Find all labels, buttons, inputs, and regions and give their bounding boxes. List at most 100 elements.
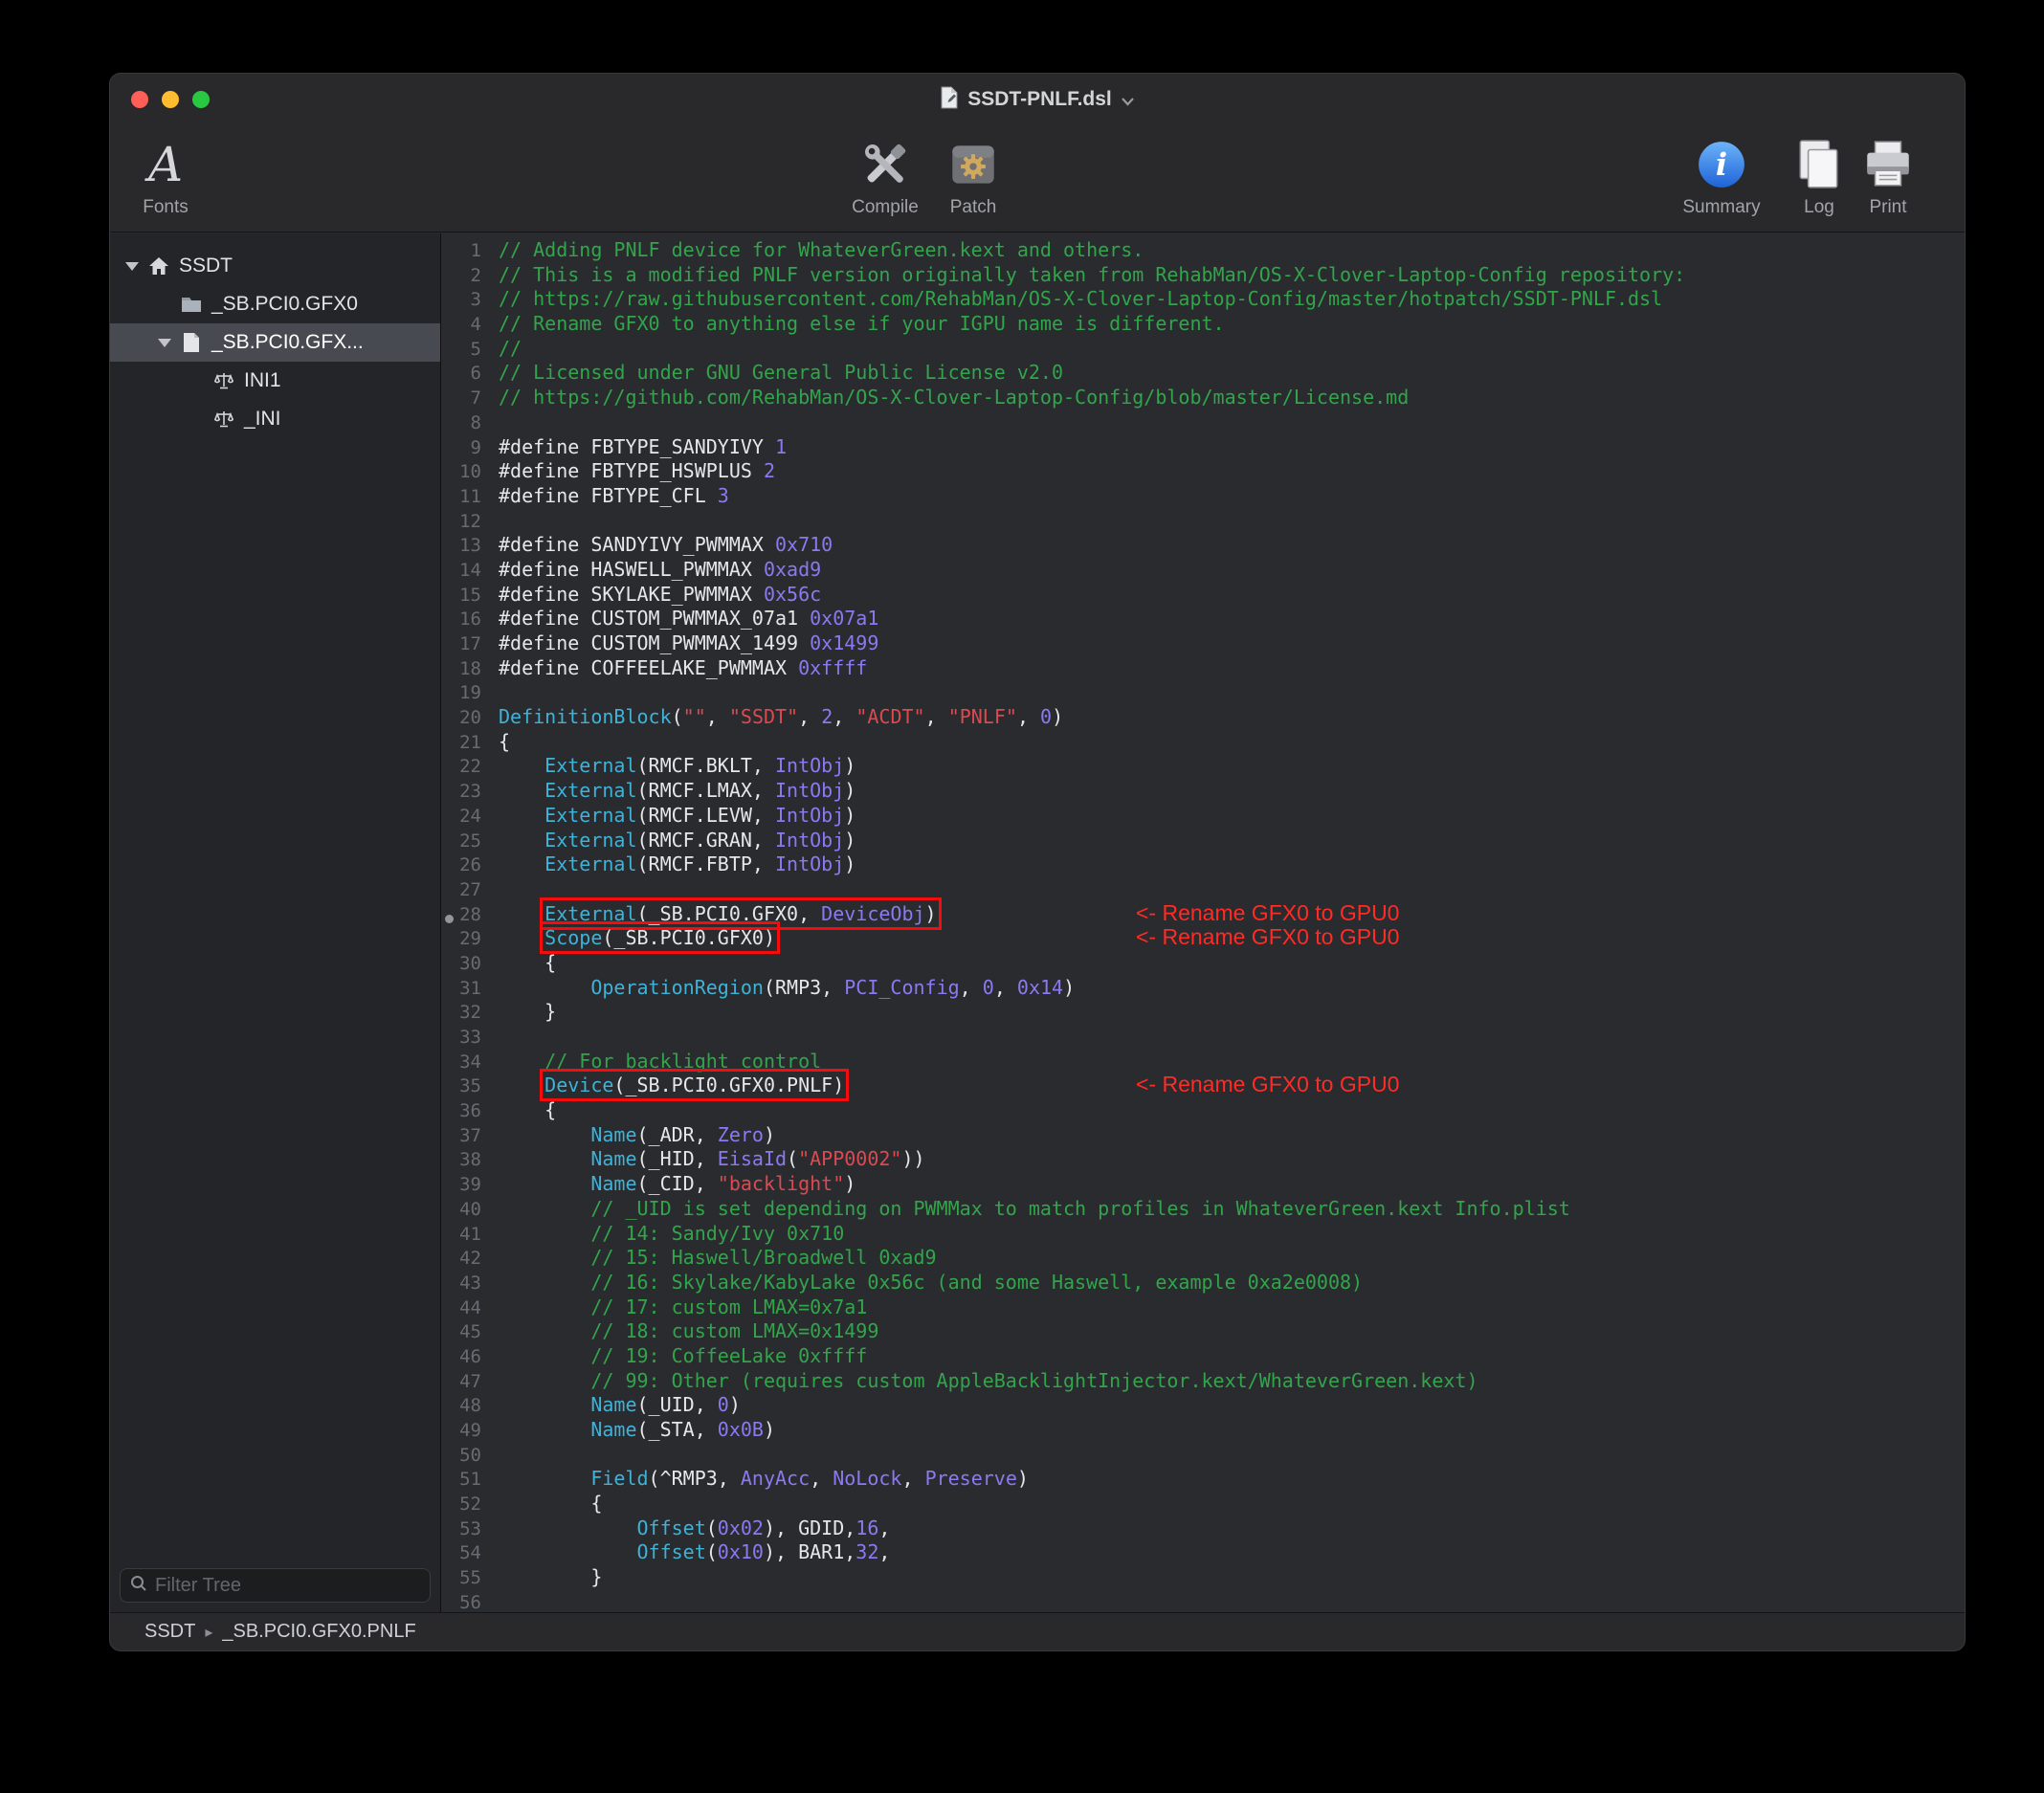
line-number: 22 [441, 755, 491, 780]
code-line: 14#define HASWELL_PWMMAX 0xad9 [441, 558, 1965, 583]
line-number: 49 [441, 1419, 491, 1444]
code-line: 49 Name(_STA, 0x0B) [441, 1418, 1965, 1443]
compile-button[interactable]: Compile [845, 133, 925, 218]
home-icon [146, 256, 171, 276]
minimize-button[interactable] [162, 91, 179, 108]
line-number: 33 [441, 1026, 491, 1051]
code-line: 32 } [441, 1000, 1965, 1025]
code-line: 38 Name(_HID, EisaId("APP0002")) [441, 1147, 1965, 1172]
chevron-down-icon[interactable] [1121, 97, 1135, 106]
folder-icon [179, 296, 204, 313]
code-line: 43 // 16: Skylake/KabyLake 0x56c (and so… [441, 1271, 1965, 1295]
rename-annotation: <- Rename GFX0 to GPU0 [1136, 1073, 1399, 1097]
line-number: 34 [441, 1051, 491, 1075]
code-line: 11#define FBTYPE_CFL 3 [441, 484, 1965, 509]
sidebar-item-label: _SB.PCI0.GFX0 [211, 293, 358, 316]
code-line: 24 External(RMCF.LEVW, IntObj) [441, 804, 1965, 829]
line-number: 10 [441, 460, 491, 485]
line-number: 50 [441, 1444, 491, 1469]
code-line: 22 External(RMCF.BKLT, IntObj) [441, 754, 1965, 779]
code-line: 41 // 14: Sandy/Ivy 0x710 [441, 1222, 1965, 1247]
zoom-button[interactable] [192, 91, 210, 108]
code-line: 12 [441, 509, 1965, 534]
log-pages-icon [1791, 133, 1847, 196]
summary-button[interactable]: i Summary [1681, 133, 1762, 218]
code-line: 54 Offset(0x10), BAR1,32, [441, 1540, 1965, 1565]
printer-icon [1860, 133, 1916, 196]
document-icon [179, 332, 204, 353]
line-number: 18 [441, 657, 491, 682]
code-line: 19 [441, 680, 1965, 705]
code-line: 20DefinitionBlock("", "SSDT", 2, "ACDT",… [441, 705, 1965, 730]
app-window: SSDT-PNLF.dsl A Fonts Compile [109, 73, 1966, 1651]
svg-text:i: i [1716, 145, 1727, 182]
fonts-icon: A [148, 133, 183, 196]
line-number: 55 [441, 1566, 491, 1591]
disclosure-triangle-icon[interactable] [150, 339, 179, 347]
breadcrumb-root[interactable]: SSDT [144, 1621, 195, 1643]
sidebar-item-sb-pci0-gfx[interactable]: _SB.PCI0.GFX... [110, 323, 440, 362]
code-line: 16#define CUSTOM_PWMMAX_07a1 0x07a1 [441, 607, 1965, 631]
sidebar-item-label: _SB.PCI0.GFX... [211, 331, 364, 354]
patch-button[interactable]: Patch [933, 133, 1013, 218]
patch-box-gear-icon [945, 133, 1001, 196]
code-line: 34 // For backlight control [441, 1050, 1965, 1074]
close-button[interactable] [131, 91, 148, 108]
line-number: 12 [441, 510, 491, 535]
code-line: 28 External(_SB.PCI0.GFX0, DeviceObj)<- … [441, 902, 1965, 927]
code-line: 46 // 19: CoffeeLake 0xffff [441, 1344, 1965, 1369]
code-editor[interactable]: 1// Adding PNLF device for WhateverGreen… [441, 233, 1965, 1612]
fonts-button[interactable]: A Fonts [125, 133, 206, 218]
line-number: 54 [441, 1541, 491, 1566]
content-area: SSDT _SB.PCI0.GFX0 _SB.PCI0.GFX... INI1 _INI… [110, 233, 1965, 1612]
code-line: 4// Rename GFX0 to anything else if your… [441, 312, 1965, 337]
filter-field[interactable] [120, 1568, 431, 1603]
window-title-group: SSDT-PNLF.dsl [940, 86, 1135, 114]
line-number: 27 [441, 878, 491, 903]
line-number: 42 [441, 1247, 491, 1272]
print-label: Print [1869, 197, 1906, 218]
sidebar-item-ini[interactable]: _INI [110, 400, 440, 438]
line-number: 47 [441, 1370, 491, 1395]
line-number: 9 [441, 436, 491, 461]
code-line: 55 } [441, 1565, 1965, 1590]
code-lines: 1// Adding PNLF device for WhateverGreen… [441, 233, 1965, 1612]
window-title: SSDT-PNLF.dsl [967, 88, 1112, 111]
line-number: 16 [441, 608, 491, 632]
code-line: 52 { [441, 1492, 1965, 1516]
print-button[interactable]: Print [1848, 133, 1928, 218]
breadcrumb-separator-icon: ▸ [205, 1623, 212, 1642]
sidebar-item-ssdt[interactable]: SSDT [110, 247, 440, 285]
sidebar-item-label: INI1 [244, 369, 281, 392]
line-number: 15 [441, 584, 491, 609]
code-line: 21{ [441, 730, 1965, 755]
code-line: 10#define FBTYPE_HSWPLUS 2 [441, 459, 1965, 484]
code-line: 26 External(RMCF.FBTP, IntObj) [441, 852, 1965, 877]
line-number: 46 [441, 1345, 491, 1370]
red-highlight-box: Scope(_SB.PCI0.GFX0) [544, 926, 775, 949]
code-line: 47 // 99: Other (requires custom AppleBa… [441, 1369, 1965, 1394]
sidebar-item-sb-pci0-gfx0[interactable]: _SB.PCI0.GFX0 [110, 285, 440, 323]
filter-tree-input[interactable] [155, 1575, 420, 1597]
line-number: 48 [441, 1394, 491, 1419]
rename-annotation: <- Rename GFX0 to GPU0 [1136, 901, 1399, 926]
red-highlight-box: External(_SB.PCI0.GFX0, DeviceObj) [544, 902, 936, 925]
compile-tools-icon [857, 133, 913, 196]
line-number: 4 [441, 313, 491, 338]
disclosure-triangle-icon[interactable] [118, 262, 146, 271]
line-number: 5 [441, 338, 491, 363]
line-number: 44 [441, 1296, 491, 1321]
code-line: 56 [441, 1590, 1965, 1612]
code-line: 3// https://raw.githubusercontent.com/Re… [441, 287, 1965, 312]
code-line: 7// https://github.com/RehabMan/OS-X-Clo… [441, 386, 1965, 410]
sidebar-item-label: SSDT [179, 255, 233, 277]
code-line: 23 External(RMCF.LMAX, IntObj) [441, 779, 1965, 804]
code-line: 44 // 17: custom LMAX=0x7a1 [441, 1295, 1965, 1320]
code-line: 35 Device(_SB.PCI0.GFX0.PNLF)<- Rename G… [441, 1074, 1965, 1098]
breadcrumb-path[interactable]: _SB.PCI0.GFX0.PNLF [222, 1621, 415, 1643]
line-number: 31 [441, 977, 491, 1002]
code-line: 18#define COFFEELAKE_PWMMAX 0xffff [441, 656, 1965, 681]
sidebar-item-ini1[interactable]: INI1 [110, 362, 440, 400]
line-number: 19 [441, 681, 491, 706]
line-number: 36 [441, 1099, 491, 1124]
